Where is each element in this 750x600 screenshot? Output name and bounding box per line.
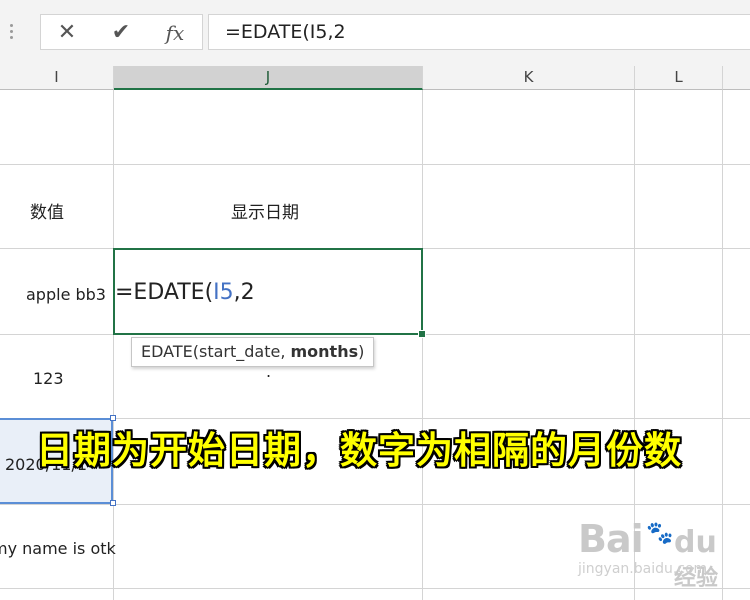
cell-i4[interactable]: 数值 <box>30 198 64 223</box>
watermark-cn: du经验 <box>674 525 719 591</box>
cell-i5[interactable]: apple bb3 <box>26 285 106 304</box>
column-header-j[interactable]: J <box>114 66 423 90</box>
formula-input[interactable]: =EDATE(I5,2 <box>208 14 750 50</box>
watermark-brand: Bai <box>578 517 644 561</box>
column-header-next[interactable] <box>723 66 750 90</box>
baidu-watermark: Bai 🐾 du经验 jingyan.baidu.com <box>578 515 738 591</box>
formula-buttons: ✕ ✔ fx <box>40 14 203 50</box>
grip-icon[interactable] <box>10 24 14 42</box>
column-header-l[interactable]: L <box>635 66 723 90</box>
check-icon[interactable]: ✔ <box>107 21 135 45</box>
fx-icon[interactable]: fx <box>161 21 189 45</box>
cell-i8[interactable]: my name is otk <box>0 539 116 558</box>
close-icon[interactable]: ✕ <box>53 21 81 45</box>
cell-reference: I5 <box>213 280 234 305</box>
range-handle-bottom[interactable] <box>110 500 116 506</box>
cell-i6[interactable]: 123 <box>33 369 64 388</box>
paw-icon: 🐾 <box>646 521 674 546</box>
column-header-k[interactable]: K <box>423 66 635 90</box>
cell-edit-text[interactable]: =EDATE(I5,2 <box>115 280 255 305</box>
fill-handle[interactable] <box>418 330 426 338</box>
formula-bar: ✕ ✔ fx =EDATE(I5,2 <box>0 0 750 66</box>
function-tooltip[interactable]: EDATE(start_date, months) <box>131 337 375 367</box>
column-header-i[interactable]: I <box>0 66 114 90</box>
watermark-url: jingyan.baidu.com <box>578 561 708 577</box>
overlay-caption: 日期为开始日期，数字为相隔的月份数 <box>36 429 682 472</box>
cell-j4[interactable]: 显示日期 <box>231 198 299 223</box>
